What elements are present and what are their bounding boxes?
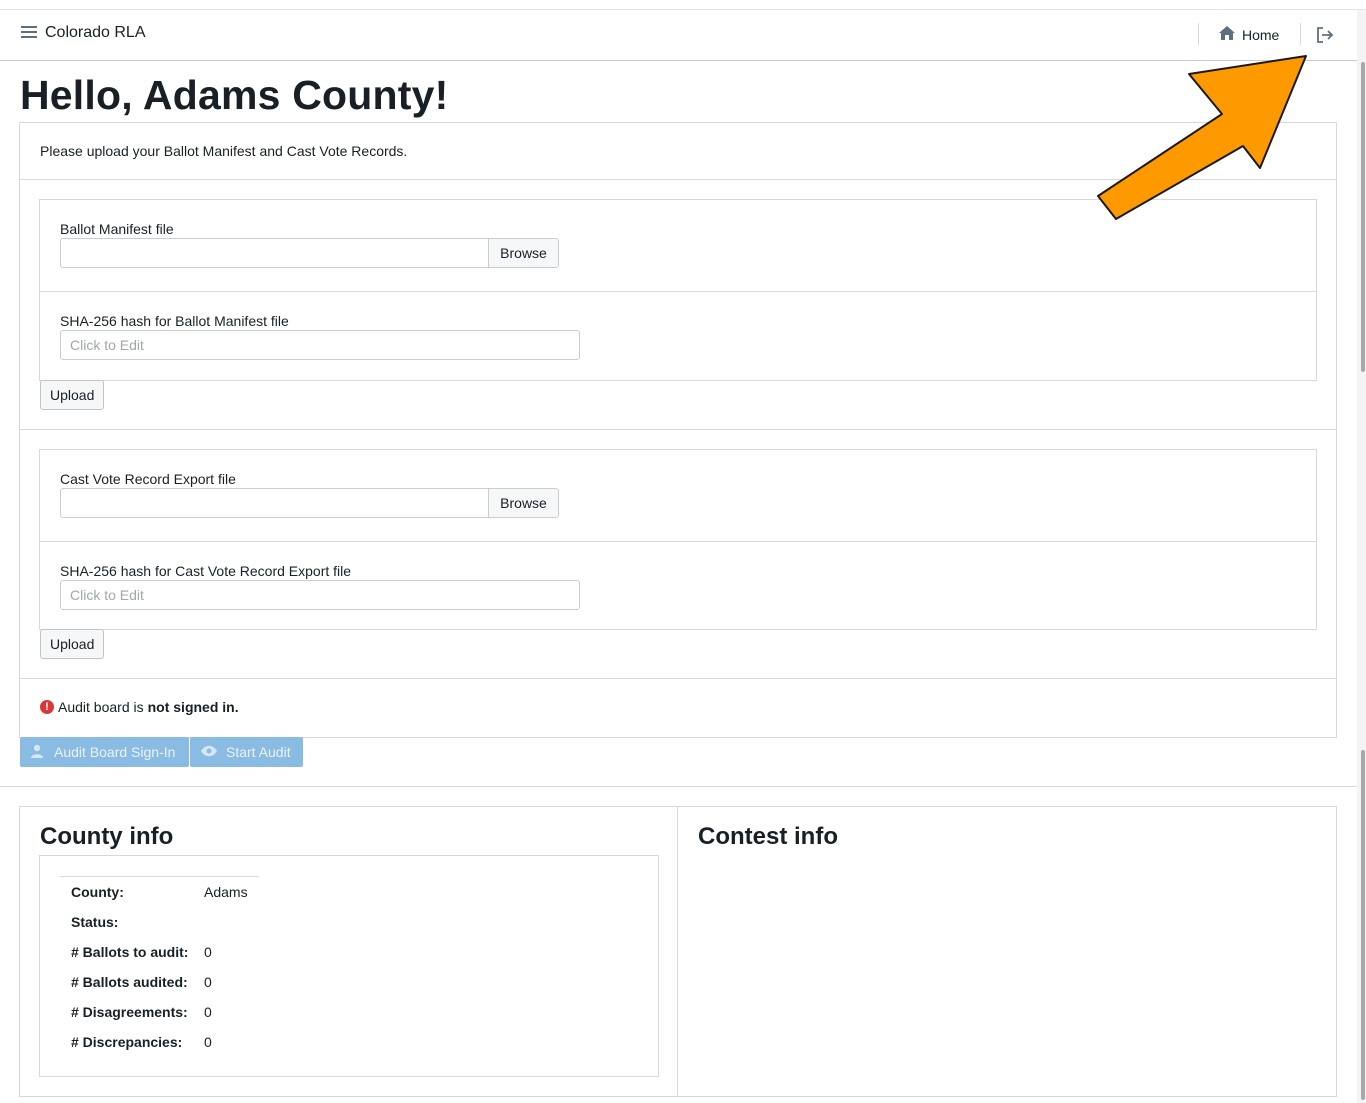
start-audit-button[interactable]: Start Audit — [190, 737, 303, 767]
table-row: # Discrepancies: 0 — [60, 1027, 259, 1057]
row-value: 0 — [204, 1033, 212, 1050]
cvr-upload-button[interactable]: Upload — [40, 629, 105, 659]
row-value: 0 — [204, 1003, 212, 1020]
row-value: 0 — [204, 973, 212, 990]
browser-top-edge — [0, 0, 1366, 10]
eye-icon — [200, 744, 218, 760]
scrollbar-thumb[interactable] — [1361, 750, 1365, 1100]
table-row: # Ballots audited: 0 — [60, 967, 259, 997]
cvr-file-label: Cast Vote Record Export file — [60, 471, 236, 487]
home-icon — [1218, 25, 1236, 44]
audit-board-status: ! Audit board is not signed in. — [40, 699, 239, 715]
upload-prompt: Please upload your Ballot Manifest and C… — [40, 143, 408, 159]
home-button[interactable]: Home — [1218, 25, 1279, 44]
audit-board-sign-in-button[interactable]: Audit Board Sign-In — [20, 737, 189, 767]
section-divider — [0, 786, 1357, 787]
nav-brand[interactable]: Colorado RLA — [21, 24, 146, 42]
table-row: County: Adams — [60, 876, 259, 907]
menu-icon[interactable] — [21, 25, 37, 42]
app-title: Colorado RLA — [45, 24, 146, 41]
logout-button[interactable] — [1316, 26, 1334, 47]
table-row: Status: — [60, 907, 259, 937]
file-path-field[interactable] — [61, 489, 488, 517]
page-title: Hello, Adams County! — [20, 72, 449, 118]
cvr-browse-button[interactable]: Browse — [488, 489, 558, 517]
row-value — [204, 907, 259, 937]
audit-status-value: not signed in. — [147, 699, 239, 715]
logout-icon — [1316, 27, 1334, 47]
home-label: Home — [1242, 26, 1280, 43]
user-icon — [30, 744, 46, 761]
ballot-manifest-upload-button[interactable]: Upload — [40, 380, 105, 410]
row-key: # Discrepancies: — [71, 1033, 183, 1050]
cvr-hash-label: SHA-256 hash for Cast Vote Record Export… — [60, 563, 352, 579]
audit-status-prefix: Audit board is — [58, 699, 144, 715]
row-key: # Ballots audited: — [71, 973, 188, 990]
cvr-hash-input[interactable]: Click to Edit — [60, 580, 580, 610]
annotation-arrow-icon — [1097, 55, 1307, 220]
row-value: Adams — [204, 876, 259, 907]
table-row: # Ballots to audit: 0 — [60, 937, 259, 967]
error-icon: ! — [40, 700, 54, 714]
scrollbar-thumb[interactable] — [1361, 62, 1365, 372]
table-row: # Disagreements: 0 — [60, 997, 259, 1027]
ballot-manifest-file-label: Ballot Manifest file — [60, 221, 174, 237]
ballot-manifest-hash-label: SHA-256 hash for Ballot Manifest file — [60, 313, 289, 329]
contest-info-heading: Contest info — [698, 823, 838, 850]
row-value: 0 — [204, 943, 212, 960]
file-path-field[interactable] — [61, 239, 488, 267]
county-info-table: County: Adams Status: # Ballots to audit:… — [60, 876, 259, 1057]
row-key: # Disagreements: — [71, 1003, 188, 1020]
county-info-heading: County info — [40, 823, 174, 850]
row-key: Status: — [71, 913, 119, 930]
sign-in-label: Audit Board Sign-In — [54, 744, 176, 760]
row-key: County: — [60, 876, 204, 907]
ballot-manifest-browse-button[interactable]: Browse — [488, 239, 558, 267]
nav-divider — [1198, 23, 1199, 45]
start-audit-label: Start Audit — [226, 744, 291, 760]
row-key: # Ballots to audit: — [71, 943, 189, 960]
nav-divider — [1300, 23, 1301, 45]
ballot-manifest-hash-input[interactable]: Click to Edit — [60, 330, 580, 360]
ballot-manifest-file-input[interactable]: Browse — [60, 238, 559, 268]
cvr-file-input[interactable]: Browse — [60, 488, 559, 518]
